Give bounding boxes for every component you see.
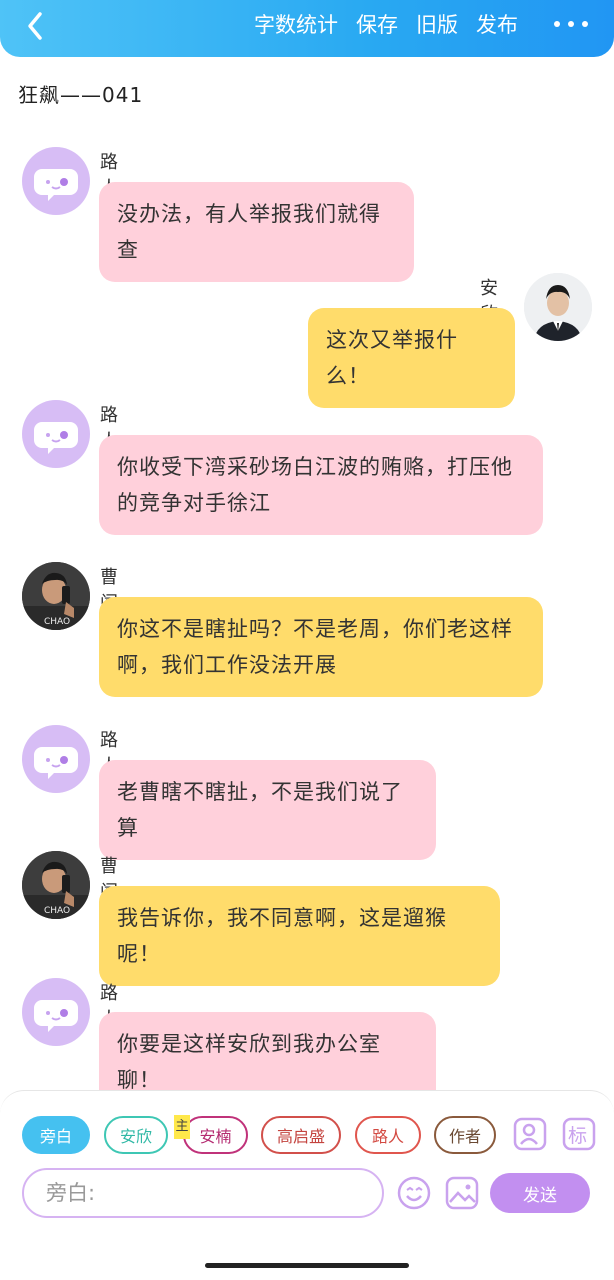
chat-editor-page: 字数统计 保存 旧版 发布 狂飙——041 路人 没办法，有人举报我们就得查 — [0, 0, 614, 1280]
caochuang-avatar[interactable]: CHAO — [22, 562, 90, 630]
home-indicator — [205, 1263, 409, 1268]
add-role-button[interactable] — [512, 1116, 548, 1152]
svg-text:CHAO: CHAO — [44, 617, 70, 627]
top-bar: 字数统计 保存 旧版 发布 — [0, 0, 614, 57]
more-options-icon[interactable] — [554, 14, 588, 34]
message-bubble[interactable]: 你这不是瞎扯吗？不是老周，你们老这样啊，我们工作没法开展 — [99, 597, 543, 697]
user-card-icon — [513, 1117, 547, 1151]
top-actions: 字数统计 保存 旧版 发布 — [254, 8, 518, 42]
narrator-avatar[interactable] — [22, 400, 90, 468]
man-on-phone-photo-icon: CHAO — [22, 562, 90, 630]
role-chip-narration[interactable]: 旁白 — [22, 1116, 90, 1154]
save-button[interactable]: 保存 — [356, 8, 398, 42]
chapter-title: 狂飙——041 — [18, 83, 144, 107]
role-chip-annan[interactable]: 安楠 — [183, 1116, 248, 1154]
chat-bubble-icon — [34, 169, 78, 201]
old-version-button[interactable]: 旧版 — [416, 8, 458, 42]
main-role-badge: 主 — [174, 1115, 190, 1139]
word-count-button[interactable]: 字数统计 — [254, 8, 338, 42]
man-on-phone-photo-icon: CHAO — [22, 851, 90, 919]
message-bubble[interactable]: 我告诉你，我不同意啊，这是遛猴呢！ — [99, 886, 500, 986]
message-bubble[interactable]: 没办法，有人举报我们就得查 — [99, 182, 414, 282]
svg-text:标: 标 — [568, 1125, 587, 1147]
svg-text:CHAO: CHAO — [44, 906, 70, 916]
role-chip-anxin[interactable]: 安欣 — [104, 1116, 168, 1154]
label-icon: 标 — [562, 1117, 596, 1151]
mark-button[interactable]: 标 — [561, 1116, 597, 1152]
smiley-icon — [397, 1176, 431, 1210]
role-chip-luren[interactable]: 路人 — [355, 1116, 421, 1154]
chevron-left-icon — [28, 12, 42, 40]
image-icon — [445, 1176, 479, 1210]
back-button[interactable] — [18, 8, 54, 44]
man-in-suit-photo-icon — [524, 273, 592, 341]
narrator-avatar[interactable] — [22, 725, 90, 793]
publish-button[interactable]: 发布 — [476, 8, 518, 42]
message-bubble[interactable]: 这次又举报什么！ — [308, 308, 515, 408]
anxin-avatar[interactable] — [524, 273, 592, 341]
role-chip-author[interactable]: 作者 — [434, 1116, 496, 1154]
message-bubble[interactable]: 你收受下湾采砂场白江波的贿赂，打压他的竞争对手徐江 — [99, 435, 543, 535]
message-bubble[interactable]: 老曹瞎不瞎扯，不是我们说了算 — [99, 760, 436, 860]
send-button[interactable]: 发送 — [490, 1173, 590, 1213]
narrator-avatar[interactable] — [22, 978, 90, 1046]
emoji-button[interactable] — [396, 1175, 432, 1211]
image-button[interactable] — [444, 1175, 480, 1211]
caochuang-avatar[interactable]: CHAO — [22, 851, 90, 919]
message-input[interactable]: 旁白: — [22, 1168, 384, 1218]
chat-bubble-icon — [34, 747, 78, 779]
chat-bubble-icon — [34, 422, 78, 454]
narrator-avatar[interactable] — [22, 147, 90, 215]
role-chip-gaoqisheng[interactable]: 高启盛 — [261, 1116, 341, 1154]
chat-bubble-icon — [34, 1000, 78, 1032]
